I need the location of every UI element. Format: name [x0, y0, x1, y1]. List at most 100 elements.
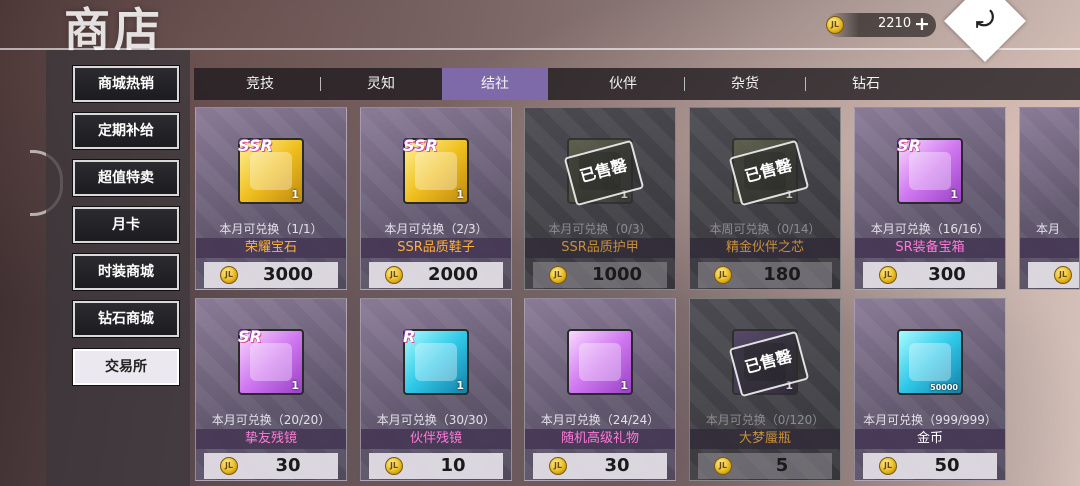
item-artwork: [250, 343, 292, 381]
coin-icon: JL: [826, 16, 844, 34]
gift-icon: 1: [567, 329, 633, 395]
sidebar-item-diamond[interactable]: 钻石商城: [73, 301, 179, 337]
tab-society[interactable]: 结社: [442, 68, 548, 100]
tab-bar: 竞技 灵知 结社 伙伴 杂货 钻石: [194, 68, 1080, 100]
mirror-shard-icon: R1: [403, 327, 469, 395]
coin-icon: JL: [714, 457, 732, 475]
item-name: SSR品质鞋子: [361, 238, 511, 258]
item-price: 1000: [591, 264, 643, 285]
item-price-bar: JL 2000: [369, 262, 503, 288]
coin-icon: JL: [549, 457, 567, 475]
chest-icon: SR 1: [897, 136, 963, 204]
item-quantity: 1: [456, 379, 464, 392]
item-price: 50: [934, 455, 960, 476]
mirror-shard-icon: SR 1: [238, 327, 304, 395]
item-limit: 本月可兑换（20/20）: [211, 413, 331, 427]
tab-goods[interactable]: 杂货: [685, 68, 805, 100]
item-price: 5: [775, 455, 789, 476]
back-arrow-icon[interactable]: ⤾: [972, 8, 998, 34]
shop-item-card[interactable]: 1 已售罄 本月可兑换（0/120） 大梦蜃瓶 JL 5: [689, 298, 841, 481]
gem-icon: SSR 1: [238, 136, 304, 204]
sidebar-item-hot[interactable]: 商城热销: [73, 66, 179, 102]
sidebar-item-sale[interactable]: 超值特卖: [73, 160, 179, 196]
item-price: 3000: [262, 264, 314, 285]
shop-item-card[interactable]: SSR 1 本月可兑换（1/1） 荣耀宝石 JL 3000: [195, 107, 347, 290]
item-quantity: 1: [291, 188, 299, 201]
coin-icon: JL: [1054, 266, 1072, 284]
item-artwork: [250, 152, 292, 190]
sidebar-item-exchange[interactable]: 交易所: [73, 349, 179, 385]
rarity-badge: SR: [238, 327, 262, 346]
coin-icon: JL: [714, 266, 732, 284]
item-name: 金币: [855, 429, 1005, 449]
shop-item-card[interactable]: R 1 本月可兑换（30/30） 伙伴残镜 JL 10: [360, 298, 512, 481]
tab-diamond[interactable]: 钻石: [806, 68, 926, 100]
rarity-badge: SSR: [403, 136, 438, 155]
item-price-bar: JL 1000: [533, 262, 667, 288]
shoes-icon: SSR 1: [403, 136, 469, 204]
item-quantity: 1: [456, 188, 464, 201]
sidebar-item-supply[interactable]: 定期补给: [73, 113, 179, 149]
add-currency-button[interactable]: +: [914, 13, 930, 35]
rarity-badge: R: [403, 327, 416, 346]
item-price-bar: JL: [1028, 262, 1079, 288]
item-price: 2000: [427, 264, 479, 285]
item-name: 荣耀宝石: [196, 238, 346, 258]
item-limit: 本月: [1036, 222, 1061, 236]
coin-icon: JL: [879, 457, 897, 475]
shop-item-card-partial[interactable]: 本月 JL: [1019, 107, 1080, 290]
item-artwork: [909, 152, 951, 190]
item-limit: 本周可兑换（0/14）: [709, 222, 821, 236]
item-price: 300: [928, 264, 966, 285]
item-limit: 本月可兑换（0/3）: [548, 222, 652, 236]
item-quantity: 1: [950, 188, 958, 201]
item-name: 伙伴残镜: [361, 429, 511, 449]
item-artwork: [579, 343, 621, 381]
item-price-bar: JL 5: [698, 453, 832, 479]
item-price: 10: [440, 455, 466, 476]
coin-icon: JL: [549, 266, 567, 284]
item-price: 30: [275, 455, 301, 476]
rarity-badge: SR: [897, 136, 921, 155]
shop-item-card[interactable]: SR 1 本月可兑换（16/16） SR装备宝箱 JL 300: [854, 107, 1006, 290]
coin-icon: JL: [385, 266, 403, 284]
item-price-bar: JL 50: [863, 453, 997, 479]
item-quantity: 1: [291, 379, 299, 392]
item-quantity: 1: [620, 379, 628, 392]
shop-item-card[interactable]: SSR 1 本月可兑换（2/3） SSR品质鞋子 JL 2000: [360, 107, 512, 290]
item-limit: 本月可兑换（2/3）: [384, 222, 488, 236]
item-price-bar: JL 30: [204, 453, 338, 479]
gold-coins-icon: 50000: [897, 329, 963, 395]
item-name: 挚友残镜: [196, 429, 346, 449]
shop-item-card[interactable]: 50000 本月可兑换（999/999） 金币 JL 50: [854, 298, 1006, 481]
item-price: 30: [604, 455, 630, 476]
tab-partner[interactable]: 伙伴: [563, 68, 683, 100]
coin-icon: JL: [879, 266, 897, 284]
tab-lingzhi[interactable]: 灵知: [321, 68, 441, 100]
currency-display: JL 2210 +: [826, 13, 936, 37]
item-price-bar: JL 30: [533, 453, 667, 479]
tab-arena[interactable]: 竞技: [200, 68, 320, 100]
item-limit: 本月可兑换（0/120）: [705, 413, 825, 427]
shop-item-card[interactable]: 1 本月可兑换（24/24） 随机高级礼物 JL 30: [524, 298, 676, 481]
sidebar-item-fashion[interactable]: 时装商城: [73, 254, 179, 290]
item-artwork: [415, 152, 457, 190]
shop-item-card[interactable]: 1 已售罄 本月可兑换（0/3） SSR品质护甲 JL 1000: [524, 107, 676, 290]
item-price: 180: [763, 264, 801, 285]
item-name: SSR品质护甲: [525, 238, 675, 258]
item-artwork: [909, 343, 951, 381]
item-name: 大梦蜃瓶: [690, 429, 840, 449]
rarity-badge: SSR: [238, 136, 273, 155]
coin-icon: JL: [385, 457, 403, 475]
item-name: 随机高级礼物: [525, 429, 675, 449]
sidebar-item-monthly-card[interactable]: 月卡: [73, 207, 179, 243]
item-price-bar: JL 3000: [204, 262, 338, 288]
shop-item-card[interactable]: 1 已售罄 本周可兑换（0/14） 精金伙伴之芯 JL 180: [689, 107, 841, 290]
coin-icon: JL: [220, 266, 238, 284]
item-limit: 本月可兑换（16/16）: [870, 222, 990, 236]
item-name-bar: [1020, 238, 1079, 258]
item-limit: 本月可兑换（24/24）: [540, 413, 660, 427]
item-limit: 本月可兑换（999/999）: [863, 413, 997, 427]
shop-item-card[interactable]: SR 1 本月可兑换（20/20） 挚友残镜 JL 30: [195, 298, 347, 481]
item-name: 精金伙伴之芯: [690, 238, 840, 258]
